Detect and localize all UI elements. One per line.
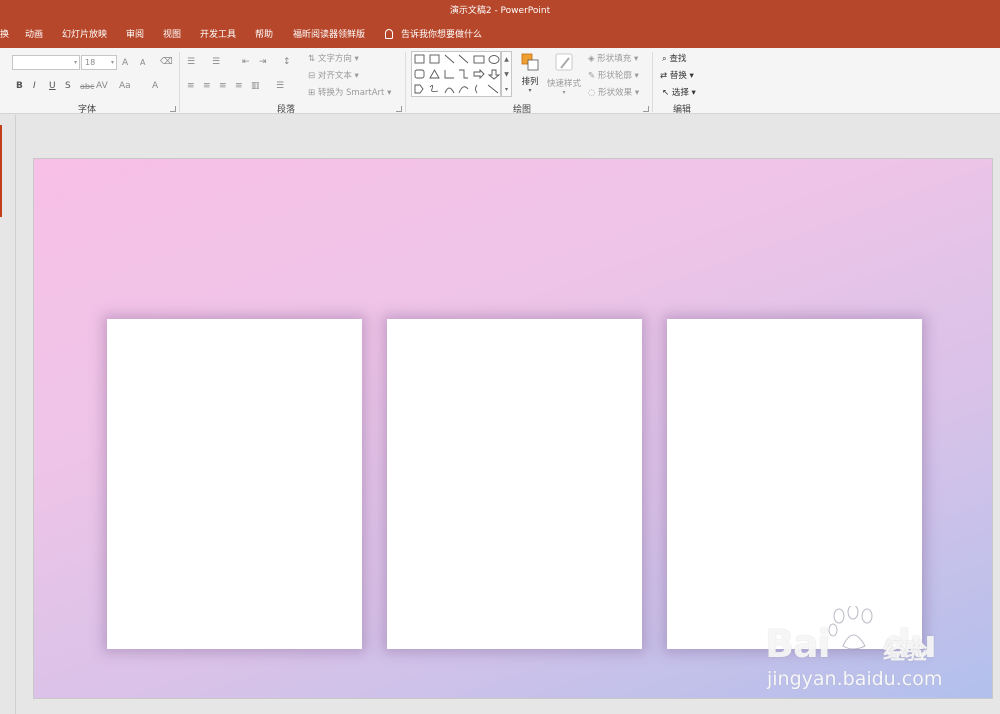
tab-developer[interactable]: 开发工具 — [200, 22, 236, 48]
quick-styles-button[interactable]: 快速样式 ▾ — [546, 52, 582, 102]
lightbulb-icon — [385, 29, 393, 39]
chevron-down-icon: ▾ — [110, 59, 114, 66]
bold-button[interactable]: B — [16, 81, 23, 91]
arrange-button[interactable]: 排列 ▾ — [518, 52, 542, 102]
distribute-icon[interactable]: ☰ — [276, 81, 284, 91]
select-button[interactable]: ↖ 选择 ▾ — [662, 86, 696, 98]
smartart-icon: ⊞ — [308, 88, 318, 98]
quick-styles-icon — [555, 53, 573, 71]
tab-foxit[interactable]: 福昕阅读器领鲜版 — [293, 22, 365, 48]
pencil-icon: ✎ — [588, 71, 598, 81]
tab-view[interactable]: 视图 — [163, 22, 181, 48]
line-spacing-icon[interactable]: ↕ — [283, 57, 291, 67]
font-color-button[interactable]: A — [152, 81, 158, 91]
increase-indent-icon[interactable]: ⇥ — [259, 57, 267, 67]
shape-effects-button[interactable]: ◌ 形状效果 ▾ — [588, 86, 639, 98]
gallery-more-icon[interactable]: ▾ — [502, 82, 511, 97]
shapes-gallery-icons — [414, 54, 501, 94]
drawing-dialog-launcher[interactable] — [643, 106, 649, 112]
editing-group-label: 编辑 — [673, 105, 692, 115]
ribbon-tabs: 换 动画 幻灯片放映 审阅 视图 开发工具 帮助 福昕阅读器领鲜版 告诉我你想要… — [0, 22, 1000, 48]
shapes-gallery-scroll[interactable]: ▲ ▼ ▾ — [501, 51, 512, 97]
find-button[interactable]: ⌕ 查找 — [662, 52, 686, 64]
tell-me-label: 告诉我你想要做什么 — [401, 30, 483, 40]
slide-thumbnail-pane[interactable] — [0, 115, 16, 714]
tab-transitions[interactable]: 换 — [0, 22, 9, 48]
align-center-icon[interactable]: ≡ — [203, 81, 211, 91]
bullets-icon[interactable]: ☰ — [187, 57, 195, 67]
chevron-down-icon: ▾ — [528, 87, 532, 94]
group-divider — [179, 52, 180, 112]
drawing-group-label: 绘图 — [513, 105, 532, 115]
replace-icon: ⇄ — [660, 71, 670, 81]
arrange-icon — [521, 53, 539, 71]
tab-review[interactable]: 审阅 — [126, 22, 144, 48]
shape-outline-button[interactable]: ✎ 形状轮廓 ▾ — [588, 69, 639, 81]
change-case-button[interactable]: Aa — [119, 81, 131, 91]
font-group-label: 字体 — [78, 105, 97, 115]
justify-icon[interactable]: ≡ — [235, 81, 243, 91]
white-card-left[interactable] — [107, 319, 362, 649]
effects-icon: ◌ — [588, 88, 599, 98]
shrink-font-button[interactable]: A — [140, 58, 145, 68]
underline-button[interactable]: U — [49, 81, 56, 91]
baidu-watermark: Bai du 经验 jingyan.baidu.com — [765, 606, 955, 692]
font-name-combobox[interactable]: ▾ — [12, 55, 80, 70]
scroll-up-icon[interactable]: ▲ — [502, 52, 511, 67]
char-spacing-button[interactable]: AV — [96, 81, 108, 91]
text-direction-icon: ⇅ — [308, 54, 318, 64]
align-left-icon[interactable]: ≡ — [187, 81, 195, 91]
tell-me-box[interactable]: 告诉我你想要做什么 — [385, 22, 482, 48]
grow-font-button[interactable]: A — [122, 58, 128, 68]
italic-button[interactable]: I — [33, 81, 36, 91]
paint-bucket-icon: ◈ — [588, 54, 598, 64]
align-text-button[interactable]: ⊟ 对齐文本 ▾ — [308, 69, 359, 81]
paragraph-group-label: 段落 — [277, 105, 296, 115]
chevron-down-icon: ▾ — [73, 59, 77, 66]
watermark-cn-text: 经验 — [883, 640, 928, 665]
scroll-down-icon[interactable]: ▼ — [502, 67, 511, 82]
strikethrough-button[interactable]: abc — [80, 82, 94, 92]
watermark-url: jingyan.baidu.com — [767, 668, 943, 690]
title-bar: 演示文稿2 - PowerPoint — [0, 0, 1000, 22]
font-dialog-launcher[interactable] — [170, 106, 176, 112]
convert-smartart-button[interactable]: ⊞ 转换为 SmartArt ▾ — [308, 86, 391, 98]
shadow-button[interactable]: S — [65, 81, 71, 91]
cursor-icon: ↖ — [662, 88, 672, 98]
align-text-icon: ⊟ — [308, 71, 318, 81]
decrease-indent-icon[interactable]: ⇤ — [242, 57, 250, 67]
chevron-down-icon: ▾ — [562, 89, 566, 96]
shapes-gallery[interactable] — [411, 51, 501, 97]
selected-slide-indicator — [0, 125, 2, 217]
ribbon: ▾ 18 ▾ A A ⌫ B I U S abc AV Aa A 字体 ☰ ☰ ⇤… — [0, 48, 1000, 115]
group-divider — [652, 52, 653, 112]
paragraph-dialog-launcher[interactable] — [396, 106, 402, 112]
numbering-icon[interactable]: ☰ — [212, 57, 220, 67]
replace-button[interactable]: ⇄ 替换 ▾ — [660, 69, 694, 81]
shape-fill-button[interactable]: ◈ 形状填充 ▾ — [588, 52, 638, 64]
white-card-middle[interactable] — [387, 319, 642, 649]
columns-icon[interactable]: ▥ — [251, 81, 260, 91]
window-title: 演示文稿2 - PowerPoint — [449, 6, 551, 16]
tab-slideshow[interactable]: 幻灯片放映 — [62, 22, 107, 48]
group-divider — [405, 52, 406, 112]
font-size-combobox[interactable]: 18 ▾ — [81, 55, 117, 70]
white-card-right[interactable] — [667, 319, 922, 649]
tab-help[interactable]: 帮助 — [255, 22, 273, 48]
align-right-icon[interactable]: ≡ — [219, 81, 227, 91]
clear-formatting-icon[interactable]: ⌫ — [160, 57, 173, 67]
tab-animations[interactable]: 动画 — [25, 22, 43, 48]
text-direction-button[interactable]: ⇅ 文字方向 ▾ — [308, 52, 359, 64]
